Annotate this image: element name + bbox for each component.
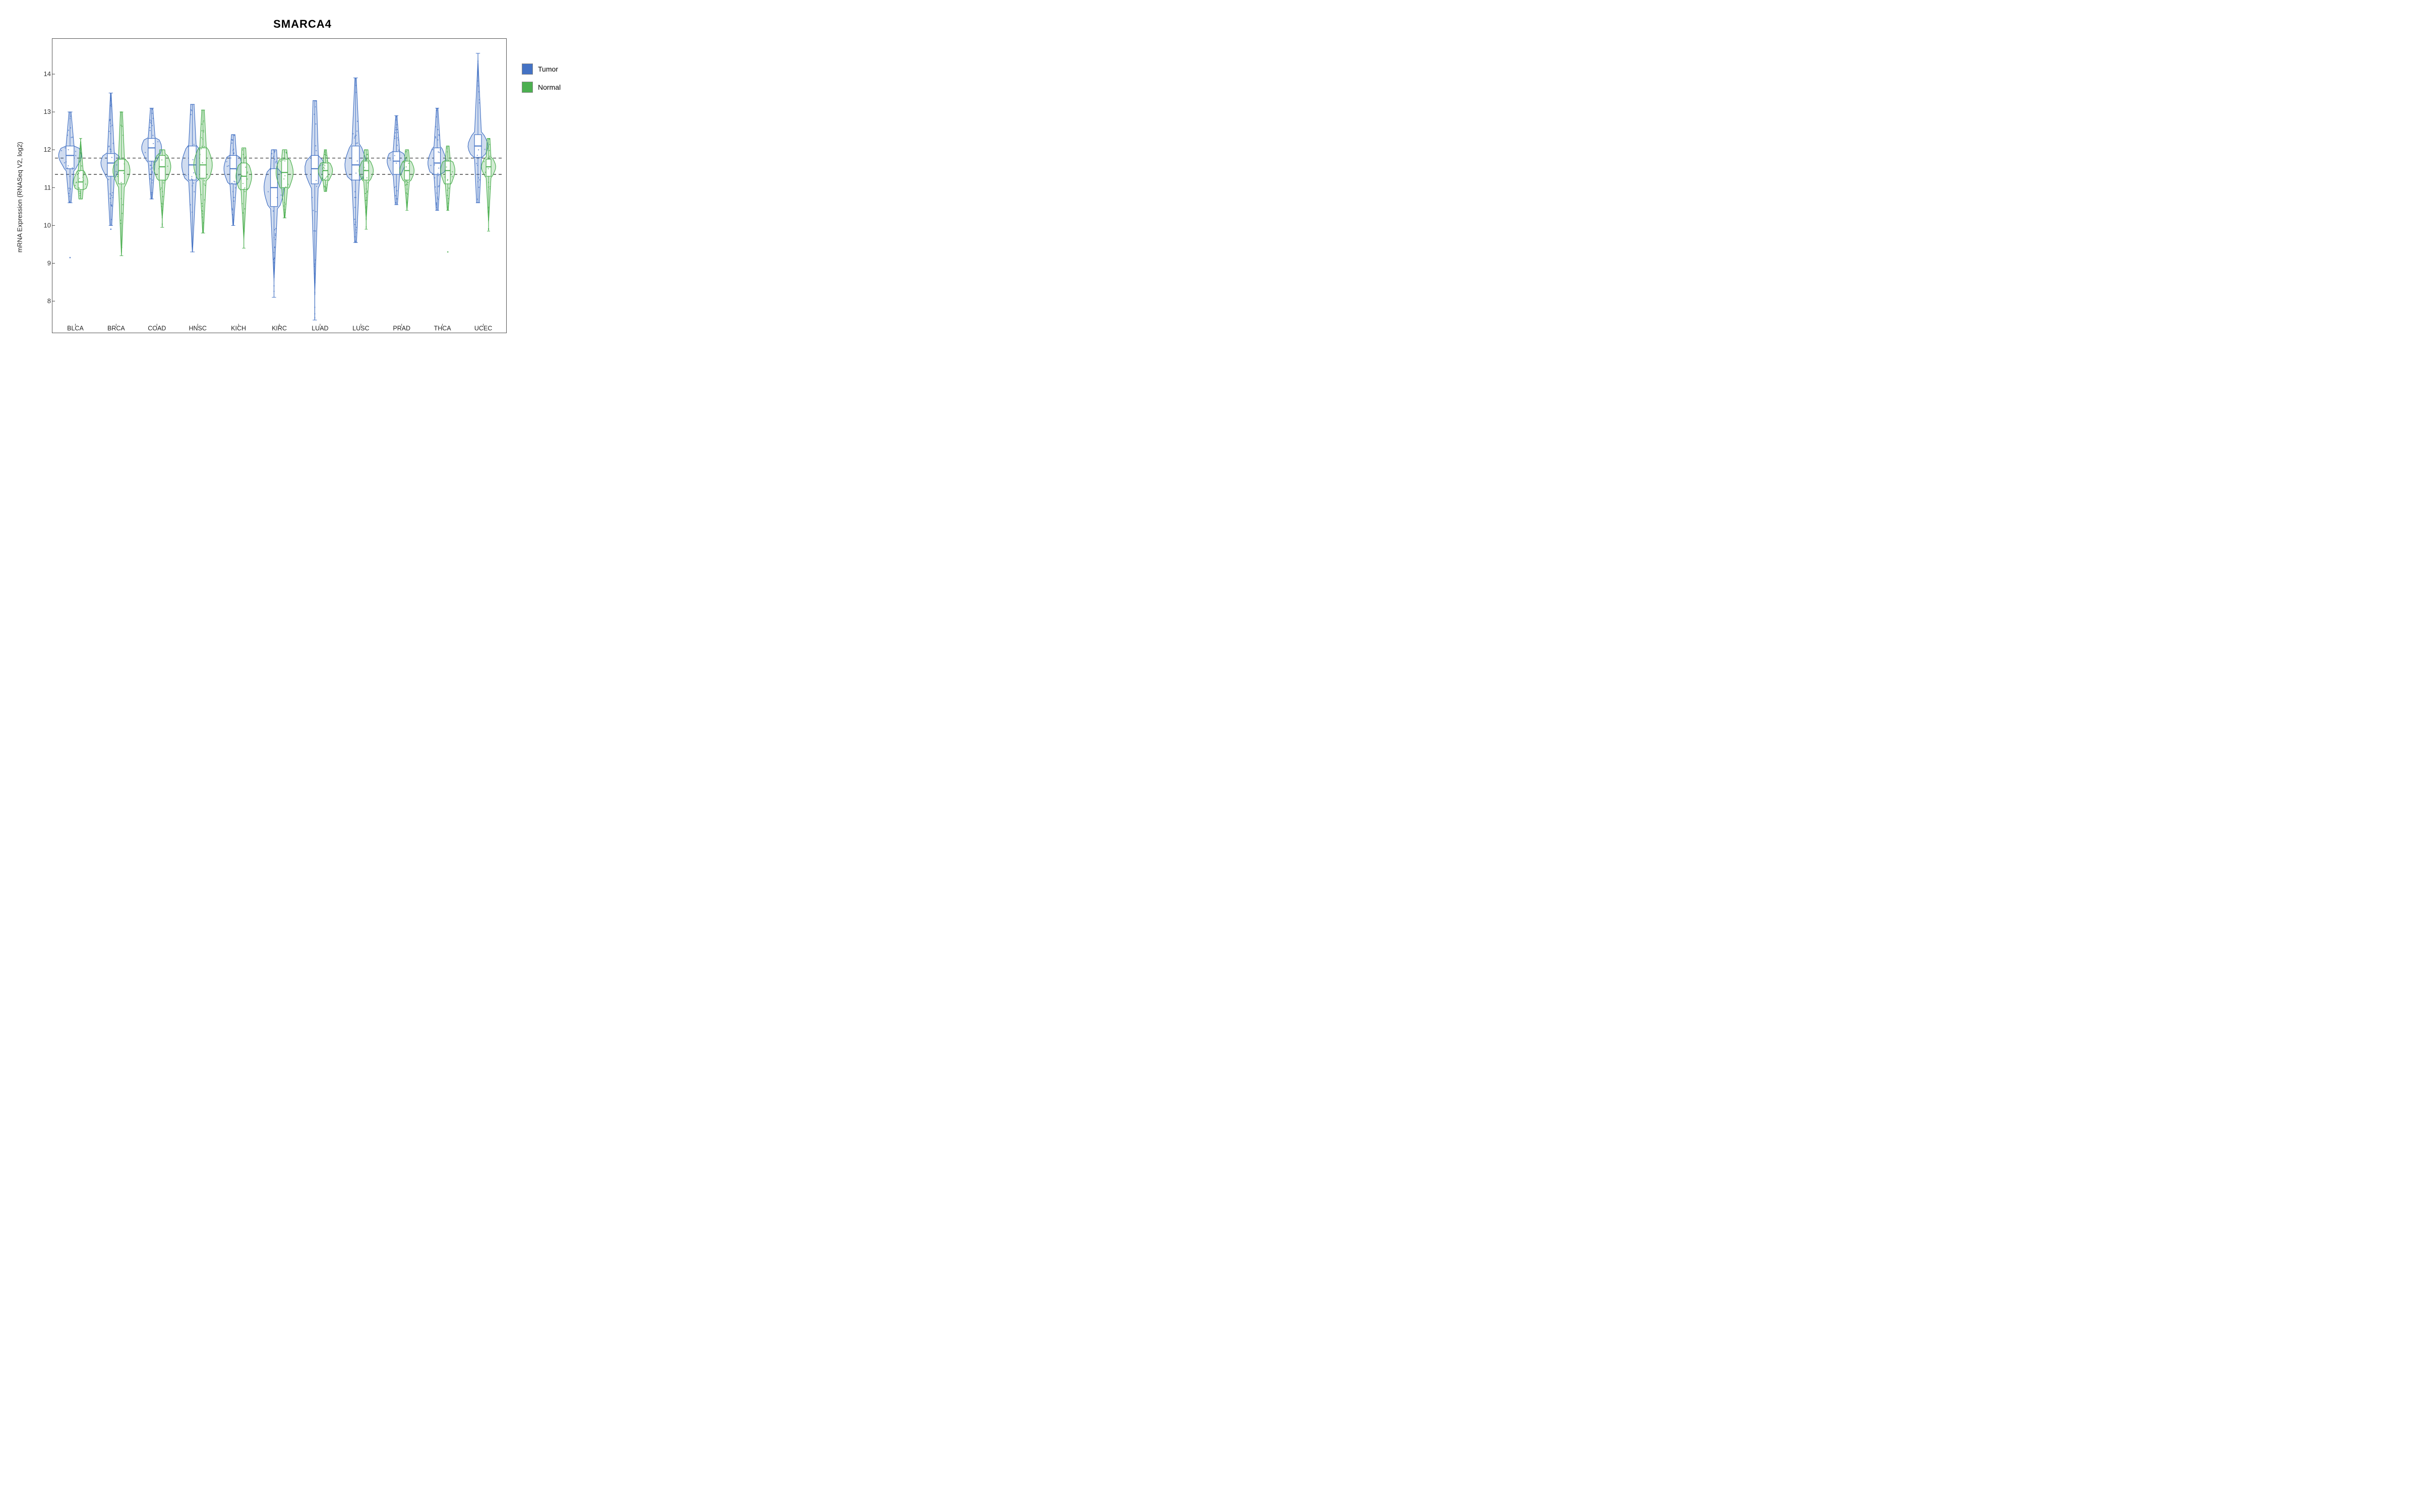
chart-title: SMARCA4 [13, 13, 592, 33]
svg-text:14: 14 [44, 70, 51, 78]
svg-text:BRCA: BRCA [107, 325, 125, 332]
svg-text:8: 8 [47, 297, 51, 304]
plot-wrapper: 8 9 10 11 12 13 14 BLCA BRCA COAD HNSC KICH KIRC LUAD… [27, 33, 512, 361]
svg-text:COAD: COAD [148, 325, 166, 332]
legend-item-normal: Normal [522, 82, 561, 93]
chart-container: SMARCA4 mRNA Expression (RNASeq V2, log2… [13, 13, 592, 365]
plot-and-legend: 8 9 10 11 12 13 14 BLCA BRCA COAD HNSC KICH KIRC LUAD… [27, 33, 592, 361]
svg-text:UCEC: UCEC [474, 325, 492, 332]
chart-area: mRNA Expression (RNASeq V2, log2) 8 9 10 11… [13, 33, 592, 361]
svg-text:PRAD: PRAD [393, 325, 410, 332]
svg-text:13: 13 [44, 108, 51, 115]
svg-text:11: 11 [44, 183, 51, 191]
svg-text:LUSC: LUSC [352, 325, 369, 332]
svg-text:KIRC: KIRC [272, 325, 287, 332]
legend-swatch-tumor [522, 64, 533, 75]
violin-chart: 891011121314BLCABRCACOADHNSCKICHKIRCLUAD… [52, 39, 506, 333]
svg-text:9: 9 [47, 259, 51, 267]
legend-label-normal: Normal [538, 83, 561, 91]
svg-text:BLCA: BLCA [67, 325, 84, 332]
svg-text:12: 12 [44, 146, 51, 153]
plot-inner: 891011121314BLCABRCACOADHNSCKICHKIRCLUAD… [52, 38, 507, 333]
legend-item-tumor: Tumor [522, 64, 558, 75]
legend-label-tumor: Tumor [538, 65, 558, 73]
legend-swatch-normal [522, 82, 533, 93]
svg-text:HNSC: HNSC [189, 325, 206, 332]
y-axis-label: mRNA Expression (RNASeq V2, log2) [13, 33, 27, 361]
svg-text:THCA: THCA [434, 325, 452, 332]
svg-text:KICH: KICH [231, 325, 246, 332]
svg-text:LUAD: LUAD [312, 325, 328, 332]
svg-text:10: 10 [44, 221, 51, 229]
legend-box: Tumor Normal [512, 33, 592, 361]
